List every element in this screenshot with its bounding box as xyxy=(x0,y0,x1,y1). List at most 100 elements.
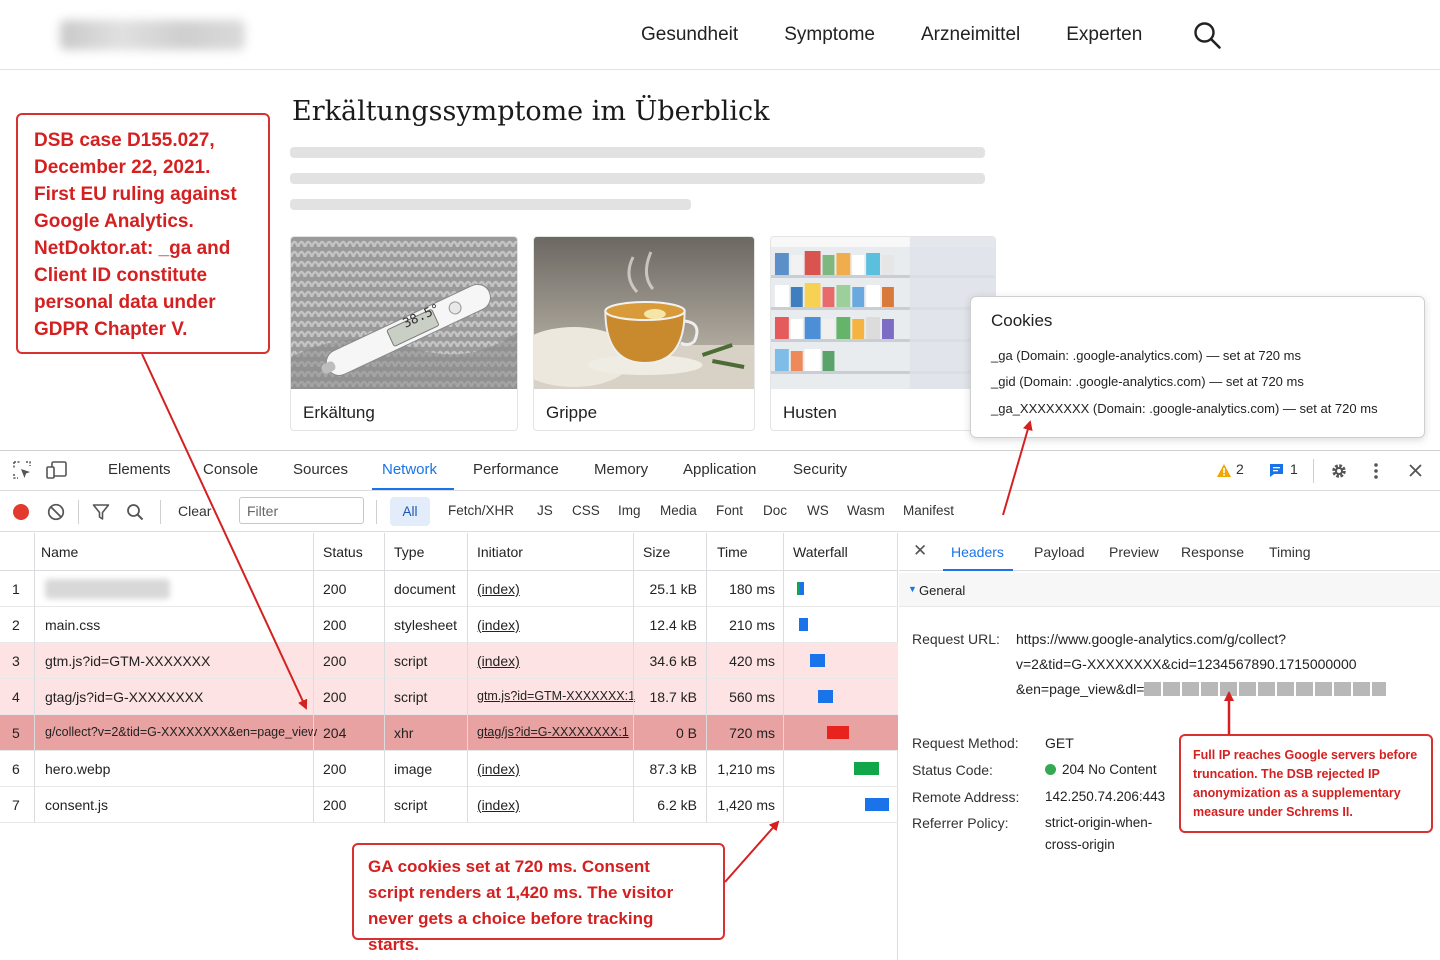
page-title: Erkältungssymptome im Überblick xyxy=(292,96,770,127)
site-logo-blurred[interactable] xyxy=(60,20,245,50)
nav-item-arzneimittel[interactable]: Arzneimittel xyxy=(921,24,1020,46)
nav-item-gesundheit[interactable]: Gesundheit xyxy=(641,24,738,46)
nav-item-symptome[interactable]: Symptome xyxy=(784,24,875,46)
table-row[interactable]: 7 consent.js 200 script (index) 6.2 kB 1,420 m… xyxy=(0,787,898,823)
column-header-waterfall[interactable]: Waterfall xyxy=(793,544,848,560)
close-devtools-icon[interactable] xyxy=(1408,463,1423,478)
inspect-element-icon[interactable] xyxy=(12,460,32,480)
tab-security[interactable]: Security xyxy=(793,461,847,478)
request-method-label: Request Method: xyxy=(912,735,1019,751)
clear-log-icon[interactable] xyxy=(47,503,65,521)
request-size: 6.2 kB xyxy=(657,797,697,813)
table-row[interactable]: 5 g/collect?v=2&tid=G-XXXXXXXX&en=page_vi… xyxy=(0,715,898,751)
request-name[interactable]: hero.webp xyxy=(45,761,110,777)
table-row[interactable]: 2 main.css 200 stylesheet (index) 12.4 kB 210 … xyxy=(0,607,898,643)
column-header-status[interactable]: Status xyxy=(323,544,363,560)
close-details-icon[interactable]: ✕ xyxy=(913,541,927,561)
table-row[interactable]: 3 gtm.js?id=GTM-XXXXXXX 200 script (index) 34… xyxy=(0,643,898,679)
clear-button[interactable]: Clear xyxy=(178,503,211,519)
annotation-line: GA cookies set at 720 ms. Consent xyxy=(368,857,650,876)
type-filter-wasm[interactable]: Wasm xyxy=(847,503,885,518)
card-husten[interactable]: Husten xyxy=(770,236,996,431)
record-icon[interactable] xyxy=(12,503,30,521)
request-name-blurred[interactable] xyxy=(45,579,170,599)
tab-application[interactable]: Application xyxy=(683,461,756,478)
message-icon[interactable] xyxy=(1269,463,1284,478)
redacted-ip-block xyxy=(1144,682,1387,696)
type-filter-media[interactable]: Media xyxy=(660,503,697,518)
request-name[interactable]: consent.js xyxy=(45,797,108,813)
request-initiator-link[interactable]: gtm.js?id=GTM-XXXXXXX:1 xyxy=(477,689,635,703)
type-filter-img[interactable]: Img xyxy=(618,503,641,518)
expand-caret-icon: ▼ xyxy=(908,584,917,594)
divider xyxy=(1313,459,1314,483)
type-filter-js[interactable]: JS xyxy=(537,503,553,518)
warning-icon[interactable] xyxy=(1216,463,1232,478)
column-header-initiator[interactable]: Initiator xyxy=(477,544,523,560)
status-ok-icon xyxy=(1045,764,1056,775)
search-network-icon[interactable] xyxy=(126,503,144,521)
more-options-icon[interactable] xyxy=(1372,461,1380,481)
device-toolbar-icon[interactable] xyxy=(46,460,68,480)
tab-timing[interactable]: Timing xyxy=(1269,544,1311,560)
row-number: 4 xyxy=(12,689,20,705)
column-header-name[interactable]: Name xyxy=(41,544,78,560)
card-gripppe[interactable]: Grippe xyxy=(533,236,755,431)
filter-funnel-icon[interactable] xyxy=(92,503,110,521)
request-name[interactable]: main.css xyxy=(45,617,100,633)
type-filter-all[interactable]: All xyxy=(390,497,430,526)
tab-network[interactable]: Network xyxy=(382,461,437,478)
column-header-size[interactable]: Size xyxy=(643,544,670,560)
request-initiator-link[interactable]: gtag/js?id=G-XXXXXXXX:1 xyxy=(477,725,629,739)
card-erkaeltung[interactable]: 38.5° Erkältung xyxy=(290,236,518,431)
card-label: Husten xyxy=(783,403,837,422)
annotation-line: measure under Schrems II. xyxy=(1193,805,1353,819)
annotation-line: December 22, 2021. xyxy=(34,157,211,178)
waterfall-bar xyxy=(853,762,879,775)
column-header-type[interactable]: Type xyxy=(394,544,424,560)
type-filter-doc[interactable]: Doc xyxy=(763,503,787,518)
type-filter-ws[interactable]: WS xyxy=(807,503,829,518)
type-filter-manifest[interactable]: Manifest xyxy=(903,503,954,518)
type-filter-css[interactable]: CSS xyxy=(572,503,600,518)
active-tab-indicator xyxy=(372,488,454,490)
tab-elements[interactable]: Elements xyxy=(108,461,171,478)
type-filter-fetch-xhr[interactable]: Fetch/XHR xyxy=(448,503,514,518)
request-name[interactable]: g/collect?v=2&tid=G-XXXXXXXX&en=page_vie… xyxy=(45,725,317,739)
tab-performance[interactable]: Performance xyxy=(473,461,559,478)
table-row[interactable]: 4 gtag/js?id=G-XXXXXXXX 200 script gtm.js?id… xyxy=(0,679,898,715)
request-time: 420 ms xyxy=(729,653,775,669)
nav-item-experten[interactable]: Experten xyxy=(1066,24,1142,46)
general-section-header[interactable]: ▼ General xyxy=(899,573,1440,607)
request-url-line-redacted: &en=page_view&dl= xyxy=(1016,681,1387,697)
request-initiator-link[interactable]: (index) xyxy=(477,797,520,813)
tab-sources[interactable]: Sources xyxy=(293,461,348,478)
request-status: 204 xyxy=(323,725,347,741)
card-label: Erkältung xyxy=(303,403,375,422)
request-initiator-link[interactable]: (index) xyxy=(477,617,520,633)
tab-memory[interactable]: Memory xyxy=(594,461,648,478)
request-type: script xyxy=(394,653,428,669)
tab-payload[interactable]: Payload xyxy=(1034,544,1085,560)
search-icon[interactable] xyxy=(1192,20,1222,50)
settings-gear-icon[interactable] xyxy=(1330,462,1348,480)
waterfall-bar xyxy=(817,690,833,703)
table-row[interactable]: 6 hero.webp 200 image (index) 87.3 kB 1,210 ms xyxy=(0,751,898,787)
request-name[interactable]: gtag/js?id=G-XXXXXXXX xyxy=(45,689,203,705)
tab-response[interactable]: Response xyxy=(1181,544,1244,560)
section-label: General xyxy=(919,583,966,598)
tab-preview[interactable]: Preview xyxy=(1109,544,1159,560)
request-initiator-link[interactable]: (index) xyxy=(477,761,520,777)
tab-headers[interactable]: Headers xyxy=(951,544,1004,560)
request-name[interactable]: gtm.js?id=GTM-XXXXXXX xyxy=(45,653,210,669)
type-filter-font[interactable]: Font xyxy=(716,503,743,518)
table-row[interactable]: 1 200 document (index) 25.1 kB 180 ms xyxy=(0,571,898,607)
request-initiator-link[interactable]: (index) xyxy=(477,581,520,597)
tab-console[interactable]: Console xyxy=(203,461,258,478)
column-divider xyxy=(313,533,314,823)
filter-input[interactable] xyxy=(239,497,364,524)
column-header-time[interactable]: Time xyxy=(717,544,748,560)
request-initiator-link[interactable]: (index) xyxy=(477,653,520,669)
cookie-item: _gid (Domain: .google-analytics.com) — s… xyxy=(991,374,1304,389)
annotation-line: NetDoktor.at: _ga and xyxy=(34,238,231,259)
